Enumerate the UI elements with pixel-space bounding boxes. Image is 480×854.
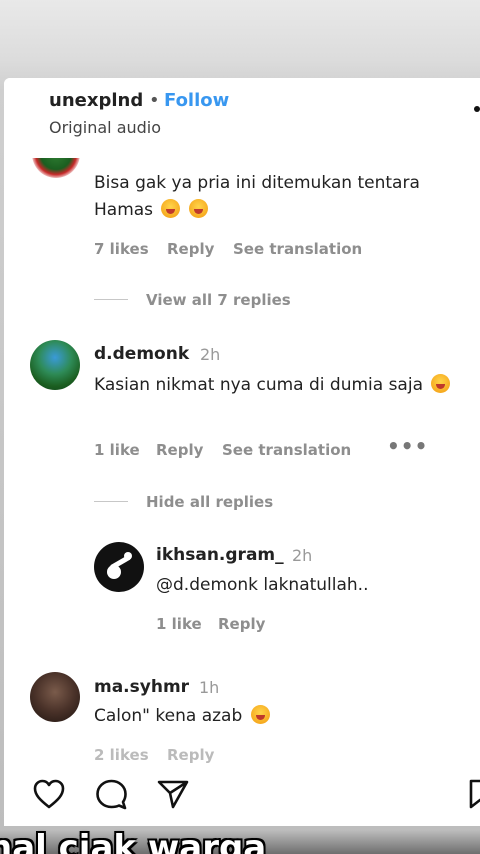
comment-time: 2h	[200, 345, 221, 364]
reply-username[interactable]: ikhsan.gram_	[156, 545, 284, 565]
comment-text: Kasian nikmat nya cuma di dumia saja	[94, 372, 469, 399]
avatar[interactable]	[30, 672, 80, 722]
comment-list: Bisa gak ya pria ini ditemukan tentara H…	[4, 144, 480, 764]
view-replies-button[interactable]: View all 7 replies	[146, 291, 291, 309]
reply-text: @d.demonk laknatullah..	[156, 575, 369, 595]
hide-replies-button[interactable]: Hide all replies	[146, 493, 273, 511]
audio-label[interactable]: Original audio	[49, 118, 161, 137]
divider	[94, 501, 128, 502]
avatar[interactable]	[94, 542, 144, 592]
reply-button[interactable]: Reply	[218, 615, 265, 633]
smiling-emoji-icon	[188, 199, 208, 218]
comment-text: Calon" kena azab	[94, 703, 464, 730]
avatar[interactable]	[30, 340, 80, 390]
like-count[interactable]: 2 likes	[94, 746, 149, 764]
share-icon[interactable]	[156, 778, 190, 810]
video-caption-overlay: nal ciak warga	[0, 828, 267, 854]
comment-icon[interactable]	[94, 778, 128, 810]
comment-time: 1h	[199, 678, 220, 697]
face-emoji-icon	[250, 705, 270, 724]
reply-button[interactable]: Reply	[167, 746, 214, 764]
like-count[interactable]: 1 like	[94, 441, 140, 459]
see-translation-button[interactable]: See translation	[233, 240, 362, 258]
follow-button[interactable]: Follow	[164, 90, 229, 111]
instagram-screen: unexplnd • Follow Original audio Bisa ga…	[4, 78, 480, 826]
heart-icon[interactable]	[32, 778, 66, 810]
bookmark-icon[interactable]	[466, 778, 480, 810]
reply-button[interactable]: Reply	[167, 240, 214, 258]
see-translation-button[interactable]: See translation	[222, 441, 351, 459]
more-dots-icon[interactable]: •••	[387, 434, 428, 458]
reply-time: 2h	[292, 546, 313, 565]
like-count[interactable]: 1 like	[156, 615, 202, 633]
laughing-emoji-icon	[161, 199, 181, 218]
divider	[94, 299, 128, 300]
comment-username[interactable]: ma.syhmr	[94, 677, 189, 697]
comment-text: Bisa gak ya pria ini ditemukan tentara H…	[94, 173, 420, 220]
reply-button[interactable]: Reply	[156, 441, 203, 459]
post-header: unexplnd • Follow Original audio	[4, 78, 480, 158]
comment-username[interactable]: d.demonk	[94, 344, 189, 364]
post-username[interactable]: unexplnd	[49, 90, 143, 111]
more-options-icon[interactable]	[474, 106, 480, 112]
like-count[interactable]: 7 likes	[94, 240, 149, 258]
post-action-bar	[4, 766, 480, 826]
separator-dot: •	[149, 90, 160, 111]
laughing-emoji-icon	[431, 374, 451, 393]
